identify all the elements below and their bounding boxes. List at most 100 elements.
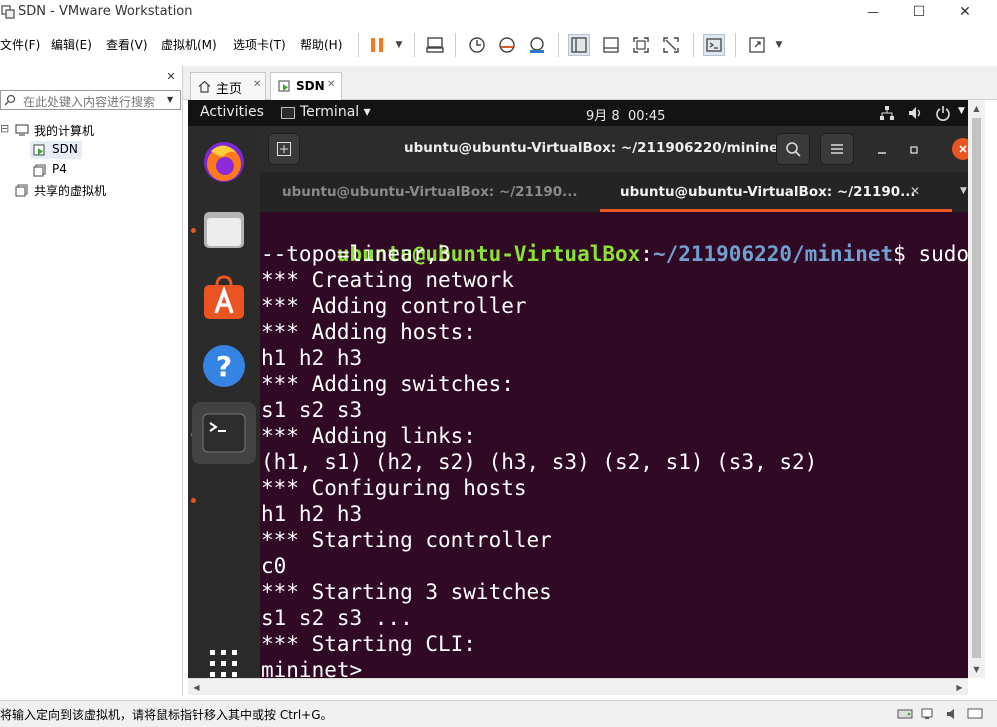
tab-close-icon[interactable]: ✕	[910, 184, 920, 198]
scrollbar-thumb[interactable]	[972, 118, 981, 658]
terminal-close-button[interactable]	[952, 138, 968, 160]
help-icon[interactable]: ?	[200, 342, 248, 390]
terminal-line: *** Adding hosts:	[261, 320, 476, 344]
menu-edit[interactable]: 编辑(E)	[51, 36, 92, 53]
full-screen-icon[interactable]	[630, 34, 652, 56]
tab-close-icon[interactable]: ✕	[327, 79, 335, 90]
terminal-tab-1[interactable]: ubuntu@ubuntu-VirtualBox: ~/21190...	[260, 172, 600, 212]
console-view-icon[interactable]	[703, 34, 725, 56]
computer-icon	[14, 123, 30, 137]
tree-label: 我的计算机	[34, 124, 95, 138]
terminal-minimize-button[interactable]	[872, 140, 892, 160]
horizontal-scrollbar[interactable]: ◀ ▶	[188, 678, 968, 695]
menu-help[interactable]: 帮助(H)	[300, 36, 342, 53]
maximize-button[interactable]: ☐	[896, 0, 942, 24]
sound-card-icon[interactable]	[944, 707, 962, 721]
terminal-line: h1 h2 h3	[261, 346, 363, 370]
tab-label: SDN	[296, 79, 325, 93]
chevron-down-icon[interactable]: ▼	[167, 95, 173, 104]
firefox-icon[interactable]	[200, 138, 248, 186]
tab-label: ubuntu@ubuntu-VirtualBox: ~/21190...	[282, 184, 578, 200]
vm-running-icon	[277, 79, 291, 93]
snapshot-manager-icon[interactable]	[526, 34, 548, 56]
scroll-left-arrow[interactable]: ◀	[188, 679, 205, 695]
stretch-guest-icon[interactable]	[746, 34, 768, 56]
network-adapter-icon[interactable]	[920, 707, 938, 721]
toolbar-separator	[414, 33, 415, 57]
shared-vm-icon	[14, 183, 28, 197]
hamburger-menu-button[interactable]	[820, 133, 854, 165]
hard-disk-icon[interactable]	[896, 707, 914, 721]
menu-tabs[interactable]: 选项卡(T)	[233, 36, 286, 53]
clock[interactable]: 9月 8 00:45	[586, 105, 665, 124]
terminal-output[interactable]: ubuntu@ubuntu-VirtualBox:~/211906220/min…	[260, 212, 968, 678]
software-center-icon[interactable]	[200, 274, 248, 322]
ubuntu-dock: ?	[188, 126, 260, 678]
unity-mode-icon[interactable]	[660, 34, 682, 56]
window-titlebar: SDN - VMware Workstation — ☐ ✕	[0, 0, 997, 24]
scroll-down-arrow[interactable]: ▼	[968, 661, 985, 678]
terminal-window-title: ubuntu@ubuntu-VirtualBox: ~/211906220/mi…	[404, 140, 785, 156]
terminal-tab-2[interactable]: ubuntu@ubuntu-VirtualBox: ~/21190... ✕	[600, 172, 952, 212]
running-indicator	[191, 498, 196, 503]
vm-tab-bar: 主页 ✕ SDN ✕	[183, 66, 997, 100]
thumbnail-bar-icon[interactable]	[600, 34, 622, 56]
tree-item-sdn[interactable]: SDN	[30, 141, 82, 159]
tree-label: SDN	[52, 142, 78, 156]
display-icon[interactable]	[966, 707, 984, 721]
power-icon[interactable]	[934, 105, 952, 121]
collapse-icon[interactable]: ⊟	[0, 122, 9, 135]
close-button[interactable]: ✕	[942, 0, 988, 24]
show-library-icon[interactable]	[568, 34, 590, 56]
terminal-line: *** Starting CLI:	[261, 632, 476, 656]
tree-item-shared-vms[interactable]: 共享的虚拟机	[14, 181, 134, 199]
tab-sdn[interactable]: SDN ✕	[270, 72, 342, 100]
scroll-right-arrow[interactable]: ▶	[951, 679, 968, 695]
menu-vm[interactable]: 虚拟机(M)	[161, 36, 217, 53]
pause-icon[interactable]	[366, 34, 388, 56]
prompt-line: ubuntu@ubuntu-VirtualBox:~/211906220/min…	[261, 215, 968, 266]
tree-label: P4	[52, 162, 67, 176]
tree-item-my-computer[interactable]: ⊟ 我的计算机	[0, 122, 180, 140]
chevron-down-icon[interactable]: ▼	[388, 34, 410, 56]
tree-item-p4[interactable]: P4	[30, 161, 90, 179]
running-indicator	[191, 228, 196, 233]
volume-icon[interactable]	[906, 105, 924, 121]
chevron-down-icon[interactable]: ▼	[768, 34, 790, 56]
toolbar-separator	[735, 33, 736, 57]
revert-snapshot-icon[interactable]	[496, 34, 518, 56]
library-close-button[interactable]: ✕	[163, 68, 179, 84]
library-search-input[interactable]: 在此处键入内容进行搜索 ▼	[0, 90, 181, 110]
search-button[interactable]	[776, 133, 810, 165]
activities-button[interactable]: Activities	[200, 104, 264, 120]
terminal-line: *** Adding controller	[261, 294, 527, 318]
status-bar: 将输入定向到该虚拟机，请将鼠标指针移入其中或按 Ctrl+G。	[0, 700, 997, 727]
app-menu[interactable]: Terminal ▾	[300, 104, 371, 120]
terminal-line: *** Creating network	[261, 268, 514, 292]
home-icon	[197, 79, 211, 93]
files-icon[interactable]	[200, 206, 248, 254]
chevron-down-icon[interactable]: ▼	[958, 106, 965, 116]
tab-home[interactable]: 主页 ✕	[190, 72, 266, 100]
minimize-button[interactable]: —	[850, 0, 896, 24]
menu-file[interactable]: 文件(F)	[0, 36, 40, 53]
scroll-up-arrow[interactable]: ▲	[968, 100, 985, 117]
terminal-line: c0	[261, 554, 287, 578]
terminal-line: s1 s2 s3	[261, 398, 363, 422]
search-placeholder: 在此处键入内容进行搜索	[23, 95, 156, 109]
vertical-scrollbar[interactable]: ▲ ▼	[968, 100, 985, 678]
network-icon[interactable]	[878, 105, 896, 121]
svg-text:?: ?	[216, 350, 232, 383]
send-ctrl-alt-del-icon[interactable]	[424, 34, 446, 56]
terminal-maximize-button[interactable]	[904, 140, 924, 160]
terminal-line: *** Configuring hosts	[261, 476, 527, 500]
guest-display[interactable]: Activities Terminal ▾ 9月 8 00:45 ▼ ? ubu…	[188, 100, 968, 678]
snapshot-icon[interactable]	[466, 34, 488, 56]
chevron-down-icon[interactable]: ▼	[960, 186, 967, 196]
new-tab-button[interactable]	[268, 133, 300, 165]
terminal-icon[interactable]	[200, 409, 248, 457]
vm-icon	[32, 163, 46, 177]
tab-close-icon[interactable]: ✕	[253, 79, 261, 90]
show-apps-icon[interactable]	[206, 648, 242, 678]
menu-view[interactable]: 查看(V)	[106, 36, 148, 53]
